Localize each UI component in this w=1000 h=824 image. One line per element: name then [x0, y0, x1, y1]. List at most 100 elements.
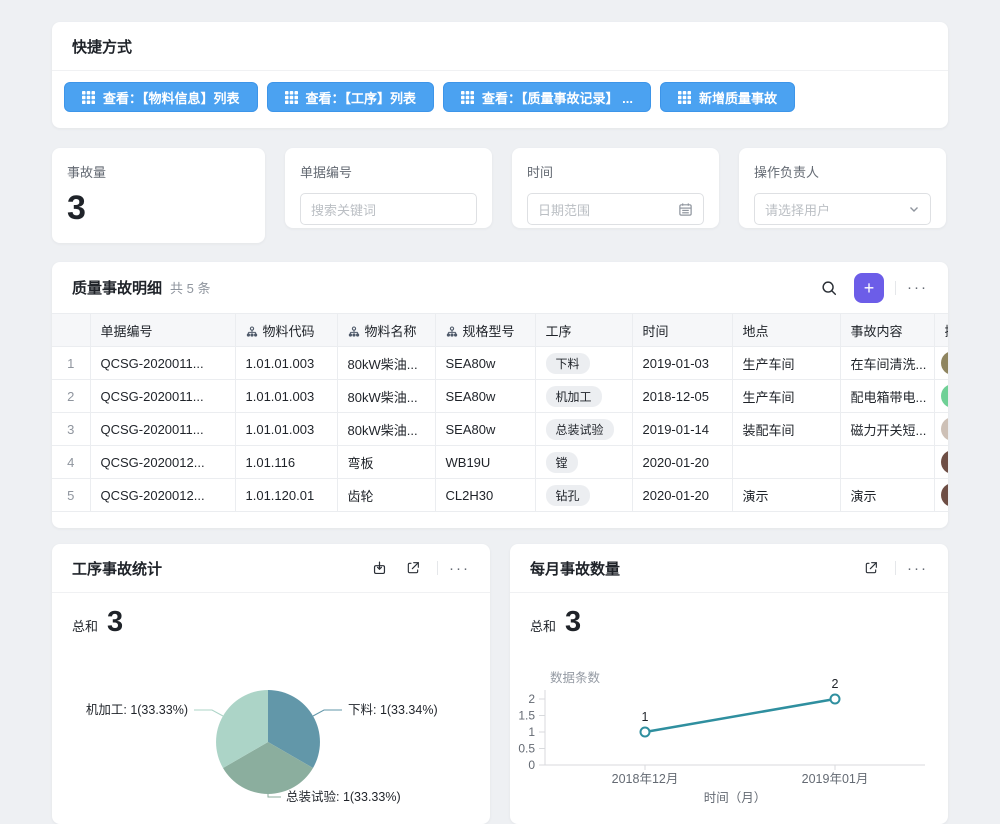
shortcut-button-4[interactable]: 新增质量事故	[660, 82, 795, 112]
y-axis-title: 数据条数	[550, 670, 601, 685]
operator-cell	[934, 380, 948, 413]
place-cell	[732, 446, 840, 479]
shortcut-button-3[interactable]: 查看：【质量事故记录】 ...	[443, 82, 651, 112]
more-icon[interactable]: ···	[907, 561, 928, 576]
date-range-input[interactable]: 日期范围	[527, 193, 704, 225]
column-header-7[interactable]: 地点	[732, 314, 840, 347]
material-name-cell: 弯板	[337, 446, 435, 479]
open-external-icon[interactable]	[400, 555, 426, 581]
avatar	[941, 351, 949, 375]
table-row[interactable]: 1QCSG-2020011...1.01.01.00380kW柴油...SEA8…	[52, 347, 948, 380]
place-cell: 演示	[732, 479, 840, 512]
shortcuts-header: 快捷方式	[52, 22, 948, 71]
place-cell: 装配车间	[732, 413, 840, 446]
doc-number-filter-card: 单据编号 搜索关键词	[285, 148, 492, 228]
column-header-1[interactable]: 单据编号	[90, 314, 235, 347]
more-icon[interactable]: ···	[449, 561, 470, 576]
accident-table-header: 质量事故明细 共 5 条 + ···	[52, 262, 948, 313]
doc-number-cell: QCSG-2020012...	[90, 446, 235, 479]
material-code-cell: 1.01.01.003	[235, 347, 337, 380]
time-filter-card: 时间 日期范围	[512, 148, 719, 228]
shortcuts-title: 快捷方式	[72, 36, 132, 57]
material-code-cell: 1.01.116	[235, 446, 337, 479]
table-row[interactable]: 5QCSG-2020012...1.01.120.01齿轮CL2H30钻孔202…	[52, 479, 948, 512]
spec-cell: SEA80w	[435, 413, 535, 446]
line-card-header: 每月事故数量 ···	[510, 544, 948, 593]
spec-cell: CL2H30	[435, 479, 535, 512]
content-cell: 配电箱带电...	[840, 380, 934, 413]
date-cell: 2019-01-03	[632, 347, 732, 380]
column-header-3[interactable]: 物料名称	[337, 314, 435, 347]
process-cell: 下料	[535, 347, 632, 380]
process-cell: 机加工	[535, 380, 632, 413]
column-label: 时间	[643, 324, 669, 339]
column-label: 规格型号	[463, 324, 515, 339]
operator-select[interactable]: 请选择用户	[754, 193, 931, 225]
column-label: 物料名称	[365, 324, 417, 339]
material-name-cell: 80kW柴油...	[337, 413, 435, 446]
column-header-5[interactable]: 工序	[535, 314, 632, 347]
shortcut-button-label: 查看：【物料信息】列表	[103, 88, 240, 107]
shortcut-button-label: 查看：【质量事故记录】 ...	[482, 88, 633, 107]
operator-cell	[934, 479, 948, 512]
shortcut-button-1[interactable]: 查看：【物料信息】列表	[64, 82, 258, 112]
download-icon[interactable]	[366, 555, 392, 581]
table-row[interactable]: 3QCSG-2020011...1.01.01.00380kW柴油...SEA8…	[52, 413, 948, 446]
column-header-8[interactable]: 事故内容	[840, 314, 934, 347]
column-header-4[interactable]: 规格型号	[435, 314, 535, 347]
data-point[interactable]	[831, 695, 840, 704]
grid-icon	[461, 91, 474, 104]
line-series	[645, 699, 835, 732]
accident-table: 单据编号物料代码 物料名称 规格型号 工序时间 地点 事故内容操作负责人 1QCSG-20…	[52, 313, 948, 512]
line-total-value: 3	[565, 608, 581, 637]
pie-card-header: 工序事故统计 ···	[52, 544, 490, 593]
process-tag: 总装试验	[546, 419, 614, 440]
shortcut-button-label: 新增质量事故	[699, 88, 777, 107]
line-total-row: 总和 3	[510, 593, 948, 637]
table-row[interactable]: 2QCSG-2020011...1.01.01.00380kW柴油...SEA8…	[52, 380, 948, 413]
content-cell: 磁力开关短...	[840, 413, 934, 446]
process-tag: 镗	[546, 452, 578, 473]
shortcut-button-2[interactable]: 查看：【工序】列表	[267, 82, 435, 112]
pie-total-label: 总和	[72, 616, 98, 635]
column-header-rownum	[52, 314, 90, 347]
content-cell	[840, 446, 934, 479]
more-icon[interactable]: ···	[907, 280, 928, 295]
date-cell: 2018-12-05	[632, 380, 732, 413]
doc-number-search-input[interactable]: 搜索关键词	[300, 193, 477, 225]
divider	[895, 281, 896, 295]
search-icon[interactable]	[816, 275, 842, 301]
doc-number-cell: QCSG-2020012...	[90, 479, 235, 512]
date-cell: 2019-01-14	[632, 413, 732, 446]
data-point[interactable]	[641, 728, 650, 737]
calendar-icon[interactable]	[678, 202, 693, 217]
accident-table-card: 质量事故明细 共 5 条 + ··· 单据编号物料代码 物料名称 规格型号 工序时间 地…	[52, 262, 948, 528]
row-number: 3	[52, 413, 90, 446]
column-label: 地点	[743, 324, 769, 339]
column-header-9[interactable]: 操作负责人	[934, 314, 948, 347]
y-tick-label: 0	[528, 758, 535, 772]
row-number: 4	[52, 446, 90, 479]
table-row[interactable]: 4QCSG-2020012...1.01.116弯板WB19U镗2020-01-…	[52, 446, 948, 479]
grid-icon	[82, 91, 95, 104]
process-pie-card: 工序事故统计 ··· 总和	[52, 544, 490, 824]
accident-table-title: 质量事故明细	[72, 277, 162, 298]
y-tick-label: 0.5	[518, 742, 535, 756]
open-external-icon[interactable]	[858, 555, 884, 581]
divider	[895, 561, 896, 575]
column-header-6[interactable]: 时间	[632, 314, 732, 347]
avatar	[941, 450, 949, 474]
process-tag: 机加工	[546, 386, 602, 407]
accident-count-card: 事故量 3	[52, 148, 265, 243]
row-number: 5	[52, 479, 90, 512]
shortcut-button-label: 查看：【工序】列表	[306, 88, 417, 107]
column-header-2[interactable]: 物料代码	[235, 314, 337, 347]
add-record-button[interactable]: +	[854, 273, 884, 303]
table-clip: 单据编号物料代码 物料名称 规格型号 工序时间 地点 事故内容操作负责人 1QCSG-20…	[52, 313, 948, 512]
record-count: 共 5 条	[170, 278, 210, 297]
process-tag: 下料	[546, 353, 590, 374]
place-cell: 生产车间	[732, 347, 840, 380]
material-code-cell: 1.01.120.01	[235, 479, 337, 512]
doc-number-cell: QCSG-2020011...	[90, 347, 235, 380]
accident-head-row: 单据编号物料代码 物料名称 规格型号 工序时间 地点 事故内容操作负责人	[52, 314, 948, 347]
